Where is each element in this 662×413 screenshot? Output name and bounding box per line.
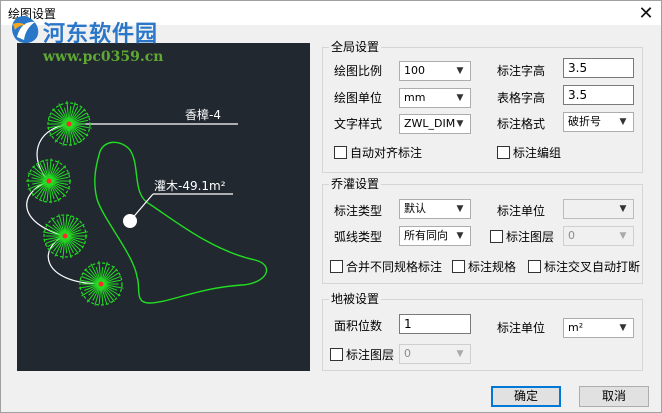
tree-annot-layer-checkbox[interactable]: 标注图层 [490,228,554,244]
tree-symbols [26,101,124,306]
chevron-down-icon: ▼ [456,204,464,214]
tree-symbol [42,214,88,259]
chevron-down-icon: ▼ [619,117,627,127]
window-title: 绘图设置 [8,7,57,21]
annot-group-label: 标注编组 [513,145,562,160]
cross-break-label: 标注交叉自动打断 [544,259,641,274]
chevron-down-icon: ▼ [619,323,627,333]
annot-height-value: 3.5 [568,61,588,75]
chevron-down-icon: ▼ [456,231,464,241]
annot-spec-checkbox[interactable]: 标注规格 [452,258,516,274]
annot-group-checkbox[interactable]: 标注编组 [497,144,561,160]
checkbox-box[interactable] [330,347,343,361]
arc-type-label: 弧线类型 [334,230,383,244]
font-style-select[interactable]: ZWL_DIM ▼ [399,114,471,134]
font-style-label: 文字样式 [334,117,383,131]
table-height-input[interactable]: 3.5 [563,85,634,105]
area-digits-label: 面积位数 [334,319,383,333]
tree-annot-type-label: 标注类型 [334,204,383,218]
chevron-down-icon: ▼ [456,93,464,103]
global-settings-title: 全局设置 [329,40,382,54]
drawing-settings-dialog: 绘图设置 ✕ 香樟-4 灌木-49.1m² 河东软件园 www.pc0359.c… [0,0,662,413]
arc-lines [26,123,102,285]
annot-format-label: 标注格式 [497,117,546,131]
checkbox-box[interactable] [497,145,510,159]
tree-annot-layer-select[interactable]: 0 ▼ [563,226,634,246]
unit-select[interactable]: mm ▼ [399,88,471,108]
scale-value: 100 [404,64,425,77]
auto-align-checkbox[interactable]: 自动对齐标注 [334,144,422,160]
preview-canvas: 香樟-4 灌木-49.1m² [17,43,310,371]
checkbox-box[interactable] [330,259,343,273]
checkbox-box[interactable] [490,229,503,243]
font-style-value: ZWL_DIM [404,117,456,130]
shrub-outline [94,141,268,304]
cancel-button[interactable]: 取消 [579,386,649,407]
tree-annot-type-select[interactable]: 默认 ▼ [399,199,471,219]
checkbox-box[interactable] [528,259,541,273]
scale-select[interactable]: 100 ▼ [399,61,471,81]
chevron-down-icon: ▼ [619,231,627,241]
chevron-down-icon: ▼ [456,66,464,76]
chevron-down-icon: ▼ [456,119,464,129]
tree-symbol [26,158,71,204]
unit-value: mm [404,91,426,104]
title-bar[interactable]: 绘图设置 ✕ [1,1,661,25]
checkbox-box[interactable] [452,259,465,273]
arc-type-value: 所有同向 [404,229,448,242]
ground-annot-layer-value: 0 [404,347,411,360]
annot-height-label: 标注字高 [497,64,546,78]
ground-annot-unit-value: m² [568,321,584,334]
tree-annot-layer-value: 0 [568,229,575,242]
tree-annot-type-value: 默认 [404,202,426,215]
annot-format-value: 破折号 [568,115,601,128]
ok-button[interactable]: 确定 [491,386,561,407]
scale-label: 绘图比例 [334,64,383,78]
ground-settings-title: 地被设置 [329,292,382,306]
tree-annot-layer-label: 标注图层 [506,229,555,244]
tree-annot-unit-label: 标注单位 [497,204,546,218]
table-height-label: 表格字高 [497,91,546,105]
area-digits-value: 1 [404,317,412,331]
merge-spec-checkbox[interactable]: 合并不同规格标注 [330,258,442,274]
arc-type-select[interactable]: 所有同向 ▼ [399,226,471,246]
ground-annot-unit-label: 标注单位 [497,321,546,335]
chevron-down-icon: ▼ [619,204,627,214]
annot-format-select[interactable]: 破折号 ▼ [563,112,634,132]
merge-spec-label: 合并不同规格标注 [346,259,443,274]
unit-label: 绘图单位 [334,91,383,105]
checkbox-box[interactable] [334,145,347,159]
annot-spec-label: 标注规格 [468,259,517,274]
tree-label: 香樟-4 [185,107,221,122]
annot-height-input[interactable]: 3.5 [563,58,634,78]
table-height-value: 3.5 [568,88,588,102]
ground-annot-layer-label: 标注图层 [346,347,395,362]
chevron-down-icon: ▼ [456,349,464,359]
shrub-label: 灌木-49.1m² [154,179,226,193]
tree-annot-unit-select[interactable]: ▼ [563,199,634,219]
cross-break-checkbox[interactable]: 标注交叉自动打断 [528,258,640,274]
ground-annot-unit-select[interactable]: m² ▼ [563,318,634,338]
ground-annot-layer-select[interactable]: 0 ▼ [399,344,471,364]
area-digits-input[interactable]: 1 [399,314,471,334]
close-icon[interactable]: ✕ [631,1,661,25]
ground-annot-layer-checkbox[interactable]: 标注图层 [330,346,394,362]
tree-symbol [47,101,92,147]
auto-align-label: 自动对齐标注 [350,145,423,160]
tree-settings-title: 乔灌设置 [329,177,382,191]
